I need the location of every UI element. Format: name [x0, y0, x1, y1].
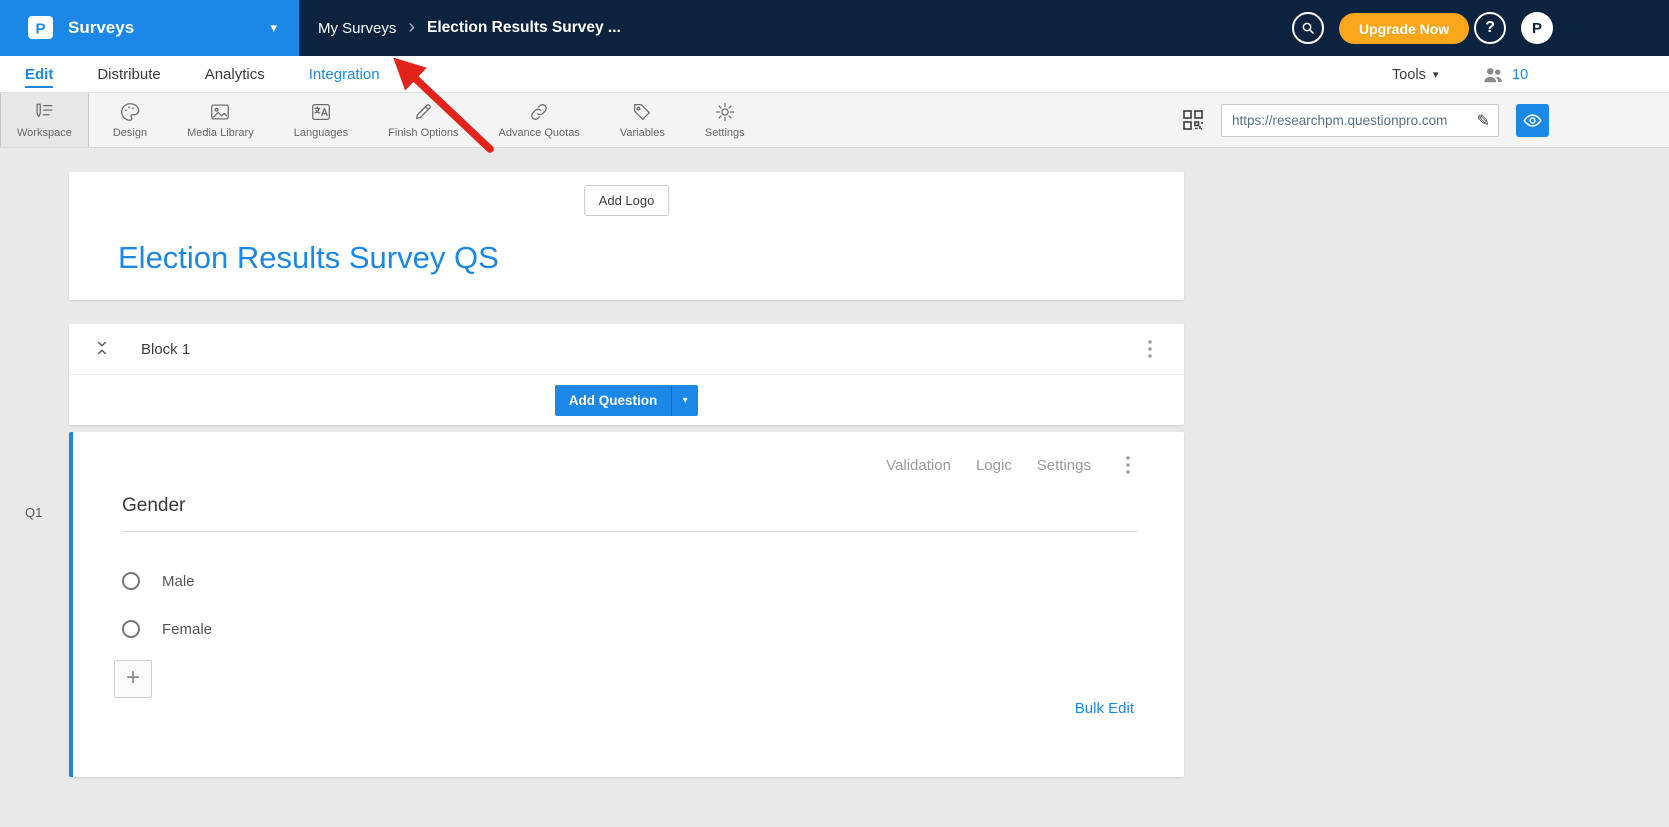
settings-icon: [715, 102, 734, 122]
question-settings-link[interactable]: Settings: [1037, 457, 1091, 474]
question-validation-link[interactable]: Validation: [886, 457, 951, 474]
add-question-button[interactable]: Add Question: [554, 384, 672, 416]
toolbar-design[interactable]: Design: [97, 93, 163, 147]
app-switcher[interactable]: P Surveys ▾: [0, 0, 299, 56]
add-question-split-button: Add Question ▾: [554, 384, 699, 416]
tools-menu[interactable]: Tools ▾: [1392, 56, 1438, 93]
qr-code-button[interactable]: [1181, 108, 1205, 132]
toolbar-workspace[interactable]: Workspace: [0, 93, 89, 147]
question-text[interactable]: Gender: [122, 495, 185, 517]
tab-analytics[interactable]: Analytics: [205, 66, 265, 83]
question-menu-icon[interactable]: [1120, 455, 1134, 475]
toolbar-settings[interactable]: Settings: [689, 93, 761, 147]
eye-icon: [1523, 114, 1542, 127]
tab-distribute[interactable]: Distribute: [97, 66, 160, 83]
main-tabs: Edit Distribute Analytics Integration: [25, 56, 380, 93]
collaborators[interactable]: 10: [1482, 56, 1528, 93]
finish-options-icon: [416, 104, 432, 120]
add-option-button[interactable]: +: [114, 660, 152, 698]
collaborator-count: 10: [1512, 66, 1529, 83]
main-tab-bar: Edit Distribute Analytics Integration To…: [0, 56, 1669, 93]
caret-down-icon: ▾: [1432, 69, 1439, 81]
survey-url-field: ✎: [1221, 104, 1499, 137]
question-card: Validation Logic Settings Gender Male Fe…: [69, 432, 1184, 777]
answer-option-row[interactable]: Male: [122, 572, 195, 590]
question-number: Q1: [25, 505, 43, 520]
caret-down-icon: ▾: [682, 394, 688, 406]
question-mark-icon: ?: [1485, 19, 1495, 36]
breadcrumb-my-surveys[interactable]: My Surveys: [318, 20, 396, 37]
tab-integration[interactable]: Integration: [309, 66, 380, 83]
breadcrumb-survey-name: Election Results Survey ...: [427, 19, 621, 36]
edit-pencil-icon[interactable]: ✎: [1475, 111, 1498, 131]
answer-option-row[interactable]: Female: [122, 620, 212, 638]
people-icon: [1484, 67, 1502, 82]
breadcrumb-chevron-icon: ›: [408, 15, 416, 38]
toolbar-finish-options[interactable]: Finish Options: [372, 93, 474, 147]
upgrade-now-button[interactable]: Upgrade Now: [1339, 13, 1470, 44]
add-logo-button[interactable]: Add Logo: [583, 185, 670, 216]
breadcrumb: My Surveys › Election Results Survey ...: [318, 0, 621, 56]
workspace-icon: [36, 103, 53, 118]
tab-edit[interactable]: Edit: [25, 66, 54, 88]
plus-icon: +: [125, 664, 140, 691]
advance-quotas-icon: [531, 104, 548, 120]
variables-icon: [634, 104, 651, 120]
toolbar-media-library[interactable]: Media Library: [171, 93, 270, 147]
caret-down-icon: ▾: [270, 20, 277, 35]
survey-title[interactable]: Election Results Survey QS: [118, 240, 499, 276]
add-question-dropdown[interactable]: ▾: [671, 384, 699, 416]
help-button[interactable]: ?: [1474, 12, 1506, 44]
user-avatar[interactable]: P: [1521, 12, 1553, 44]
question-divider: [122, 531, 1138, 532]
radio-button[interactable]: [122, 572, 140, 590]
toolbar-items: Workspace Design Media Library Languages…: [0, 93, 761, 147]
toolbar-advance-quotas[interactable]: Advance Quotas: [482, 93, 595, 147]
block-card: Block 1 Add Question ▾: [69, 324, 1184, 425]
toolbar-variables[interactable]: Variables: [604, 93, 681, 147]
media-library-icon: [211, 104, 230, 120]
block-title[interactable]: Block 1: [141, 341, 190, 358]
radio-button[interactable]: [122, 620, 140, 638]
add-question-row: Add Question ▾: [69, 375, 1184, 425]
question-logic-link[interactable]: Logic: [976, 457, 1012, 474]
option-label[interactable]: Female: [162, 621, 212, 638]
tools-label: Tools: [1392, 66, 1426, 83]
svg-text:P: P: [35, 20, 45, 37]
bulk-edit-link[interactable]: Bulk Edit: [1075, 700, 1134, 717]
collapse-icon: [97, 341, 107, 355]
question-actions: Validation Logic Settings: [886, 455, 1134, 475]
questionpro-logo: P: [28, 15, 53, 40]
questionpro-survey-editor: P Surveys ▾ My Surveys › Election Result…: [0, 0, 1669, 827]
search-icon: [1302, 22, 1314, 34]
collapse-block-button[interactable]: [93, 339, 113, 359]
design-icon: [121, 103, 140, 121]
block-menu-icon[interactable]: [1142, 339, 1158, 359]
editor-toolbar: Workspace Design Media Library Languages…: [0, 93, 1669, 148]
survey-url-input[interactable]: [1222, 113, 1475, 128]
survey-header-card: Add Logo Election Results Survey QS: [69, 172, 1184, 300]
languages-icon: [312, 104, 330, 120]
app-name: Surveys: [68, 18, 135, 37]
top-navbar: P Surveys ▾ My Surveys › Election Result…: [0, 0, 1669, 56]
search-button[interactable]: [1292, 12, 1324, 44]
block-header: Block 1: [69, 324, 1184, 375]
qr-code-icon: [1183, 110, 1203, 130]
toolbar-languages[interactable]: Languages: [278, 93, 364, 147]
option-label[interactable]: Male: [162, 573, 195, 590]
preview-button[interactable]: [1516, 104, 1549, 137]
